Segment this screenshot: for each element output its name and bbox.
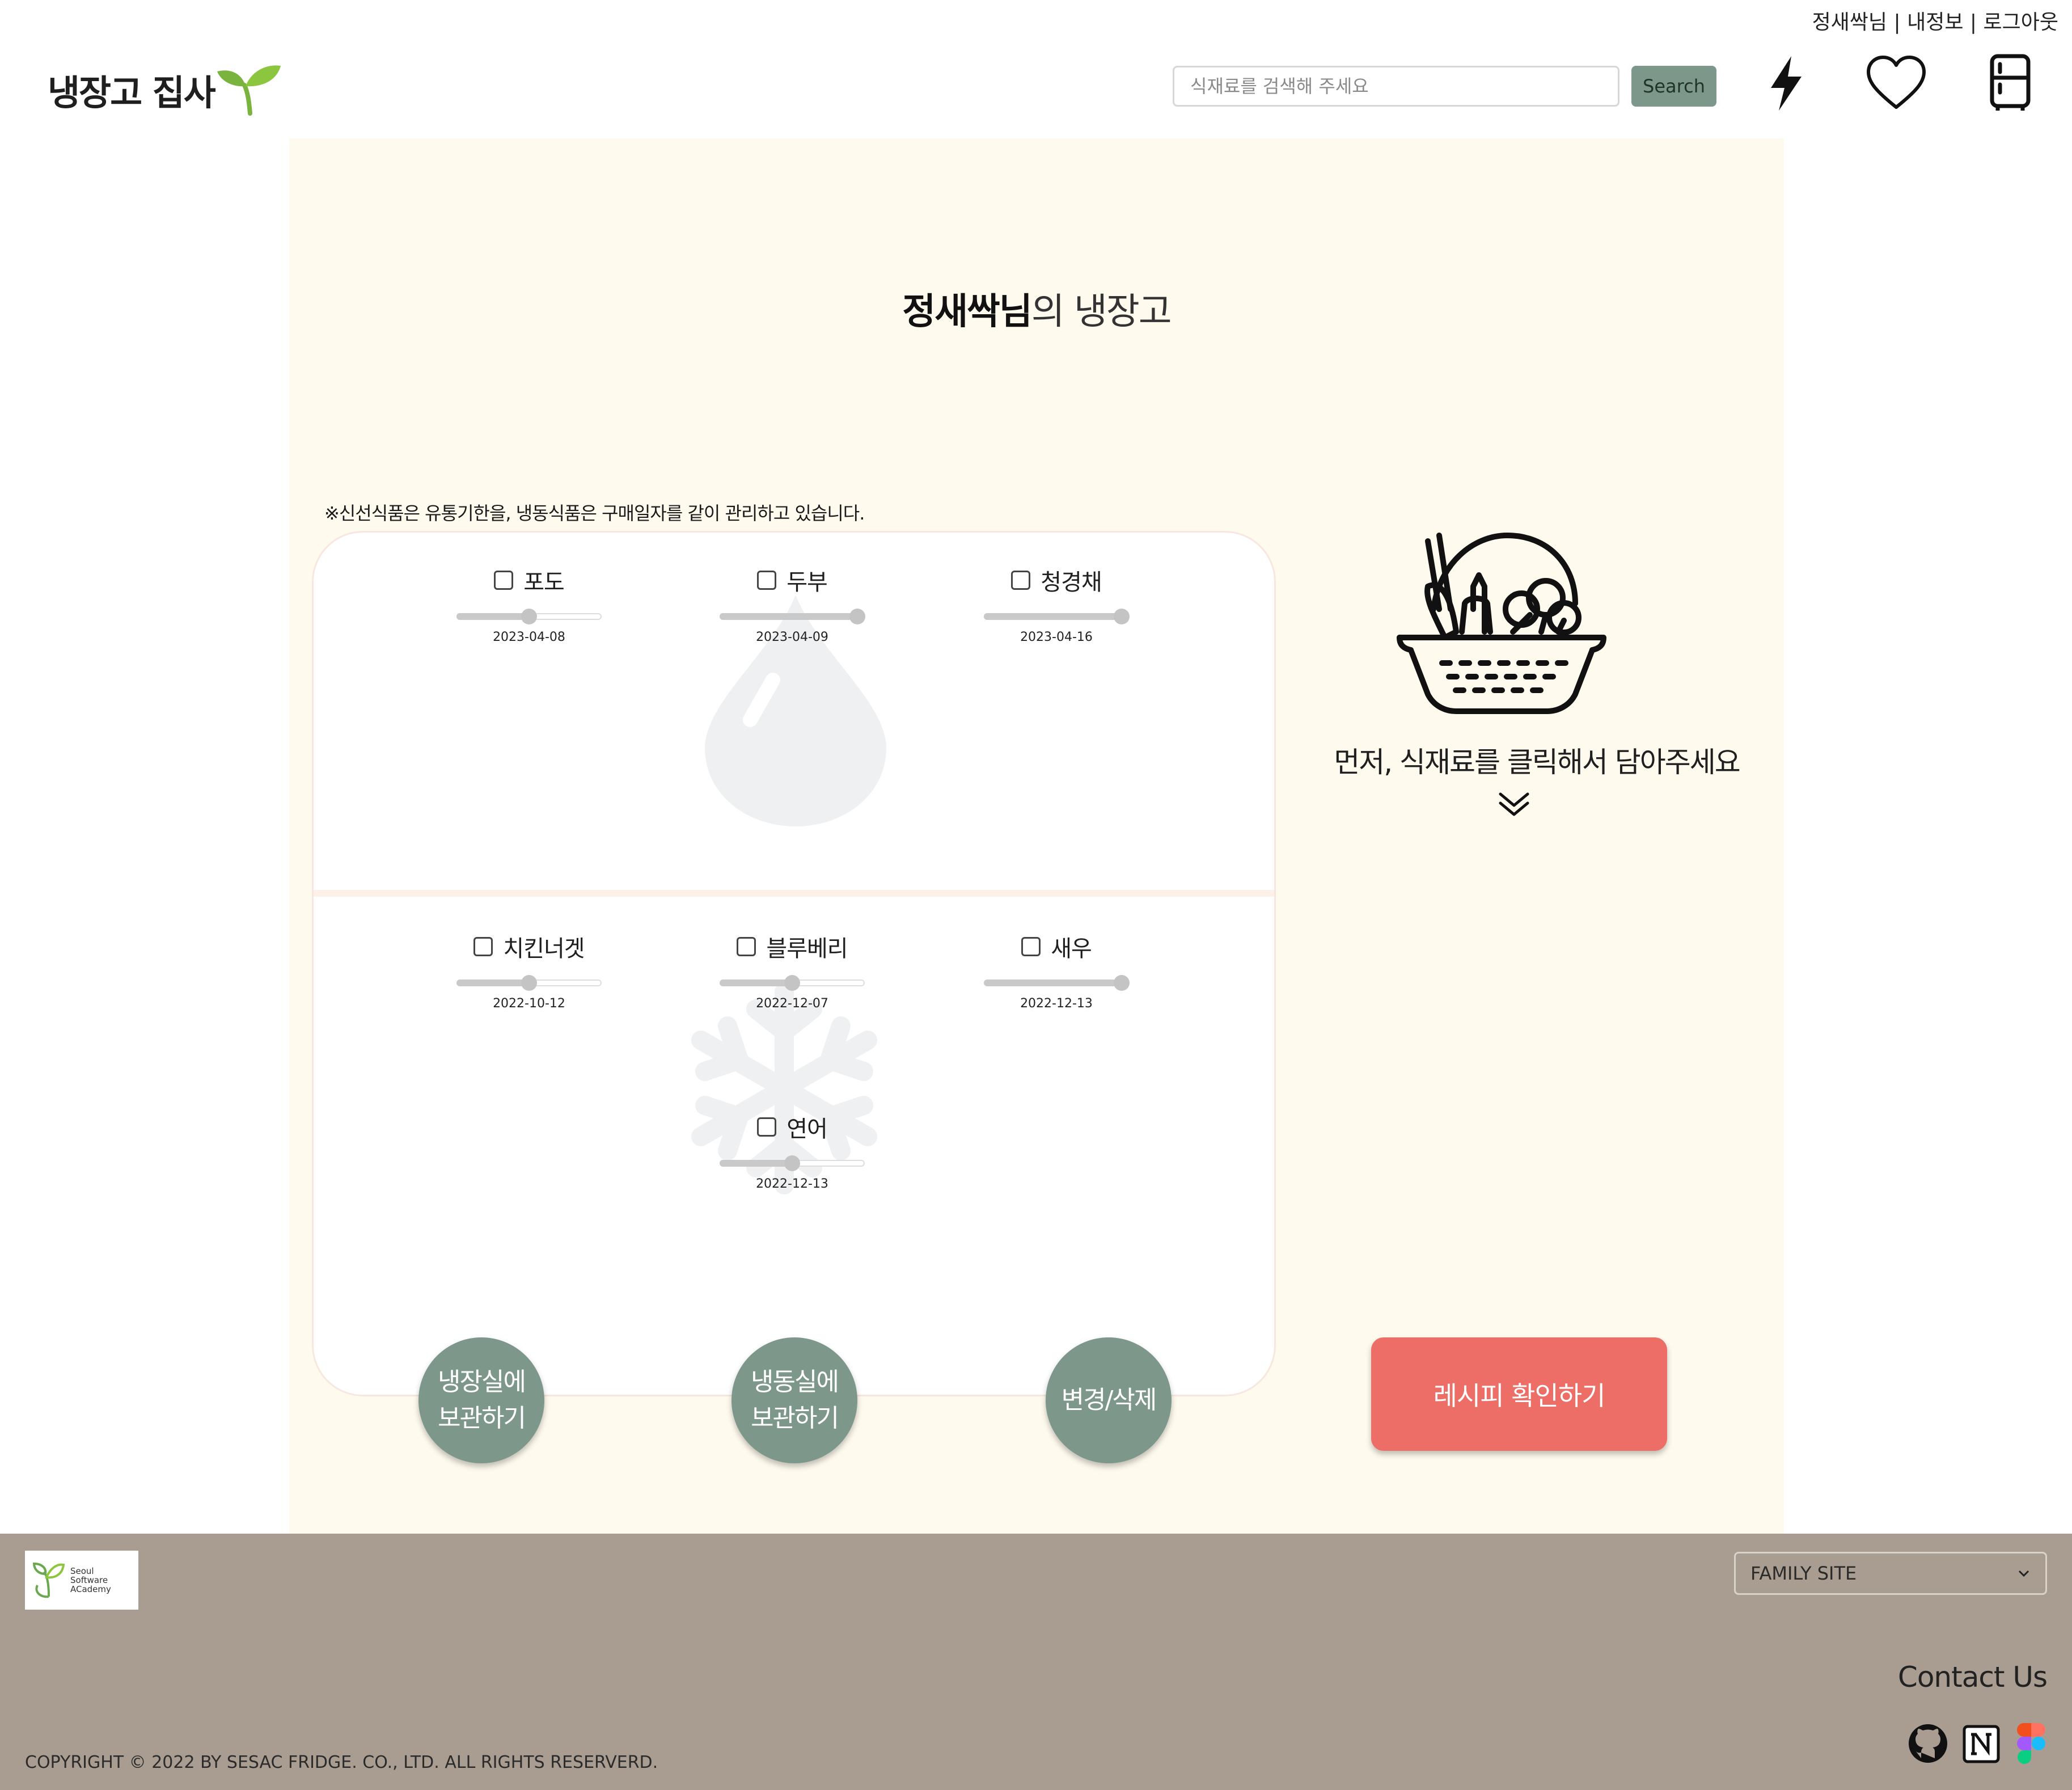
logo-text: 냉장고 집사 — [48, 72, 216, 113]
storage-box: 포도 2023-04-08 두부 2023-04-09 청경채 2023-04-… — [312, 531, 1276, 1396]
user-name-link[interactable]: 정새싹님 — [1812, 11, 1887, 34]
check-recipe-button[interactable]: 레시피 확인하기 — [1371, 1337, 1667, 1451]
favorites-button[interactable] — [1864, 52, 1928, 115]
double-chevron-down-icon — [1499, 792, 1529, 816]
item-checkbox[interactable] — [737, 937, 756, 956]
item-date: 2022-12-13 — [1020, 997, 1093, 1011]
freshness-slider[interactable] — [456, 975, 602, 991]
title-user-name: 정새싹님 — [902, 291, 1033, 333]
logout-link[interactable]: 로그아웃 — [1984, 11, 2058, 34]
freshness-slider[interactable] — [984, 975, 1130, 991]
slider-fill — [984, 613, 1122, 620]
item-date: 2023-04-08 — [493, 630, 565, 644]
item-checkbox[interactable] — [757, 571, 777, 590]
fridge-item: 두부 2023-04-09 — [707, 563, 877, 654]
basket-guide-text: 먼저, 식재료를 클릭해서 담아주세요 — [1334, 746, 1741, 779]
fridge-item: 청경채 2023-04-16 — [971, 563, 1141, 654]
freezer-item: 연어 2022-12-13 — [707, 1110, 877, 1201]
item-checkbox[interactable] — [494, 571, 514, 590]
figma-link[interactable] — [2010, 1722, 2053, 1765]
family-site-select[interactable]: FAMILY SITE — [1734, 1552, 2047, 1595]
item-name: 두부 — [786, 569, 828, 596]
slider-thumb[interactable] — [784, 1155, 800, 1171]
sesac-line: Seoul — [70, 1566, 94, 1576]
item-date: 2023-04-09 — [756, 630, 828, 644]
lightning-button[interactable] — [1764, 52, 1809, 115]
user-links: 정새싹님 | 내정보 | 로그아웃 — [1812, 6, 2058, 35]
item-date: 2022-10-12 — [493, 997, 565, 1011]
lightning-icon — [1771, 56, 1802, 111]
separator: | — [1969, 11, 1977, 34]
item-checkbox[interactable] — [1011, 571, 1031, 590]
separator: | — [1893, 11, 1901, 34]
freshness-slider[interactable] — [456, 609, 602, 624]
myinfo-link[interactable]: 내정보 — [1907, 11, 1963, 34]
freshness-slider[interactable] — [720, 975, 865, 991]
freshness-slider[interactable] — [720, 1155, 865, 1171]
store-freezer-button[interactable]: 냉동실에 보관하기 — [731, 1337, 857, 1463]
item-checkbox[interactable] — [757, 1117, 777, 1137]
slider-fill — [720, 980, 792, 986]
freezer-item: 새우 2022-12-13 — [971, 930, 1141, 1020]
sesac-logo[interactable]: Seoul Software ACademy — [25, 1551, 138, 1610]
edit-delete-button[interactable]: 변경/삭제 — [1046, 1337, 1172, 1463]
freshness-slider[interactable] — [984, 609, 1130, 624]
slider-fill — [984, 980, 1122, 986]
slider-thumb[interactable] — [1114, 609, 1130, 624]
copyright-text: COPYRIGHT © 2022 BY SESAC FRIDGE. CO., L… — [25, 1753, 658, 1772]
slider-thumb[interactable] — [521, 975, 537, 991]
freshness-slider[interactable] — [720, 609, 866, 624]
site-logo[interactable]: 냉장고 집사 — [48, 61, 283, 118]
family-site-label: FAMILY SITE — [1750, 1563, 1857, 1584]
notion-icon — [1963, 1725, 2000, 1763]
item-date: 2023-04-16 — [1020, 630, 1093, 644]
item-checkbox[interactable] — [473, 937, 493, 956]
freezer-item: 블루베리 2022-12-07 — [707, 930, 877, 1020]
github-icon — [1909, 1724, 1947, 1763]
basket-icon[interactable] — [1394, 524, 1609, 717]
chevron-down-icon — [2018, 1570, 2029, 1577]
contact-us-heading: Contact Us — [1897, 1661, 2048, 1694]
slider-fill — [720, 613, 858, 620]
heart-icon — [1867, 56, 1926, 109]
main-panel: 정새싹님의 냉장고 ※신선식품은 유통기한을, 냉동식품은 구매일자를 같이 관… — [289, 138, 1784, 1534]
search-input[interactable] — [1173, 66, 1619, 107]
fridge-icon — [1990, 54, 2031, 111]
item-name: 연어 — [786, 1116, 828, 1142]
slider-thumb[interactable] — [521, 609, 537, 624]
slider-thumb[interactable] — [784, 975, 800, 991]
figma-icon — [2017, 1723, 2045, 1764]
github-link[interactable] — [1906, 1722, 1950, 1765]
item-checkbox[interactable] — [1021, 937, 1041, 956]
item-name: 치킨너겟 — [503, 936, 585, 962]
item-name: 청경채 — [1041, 569, 1102, 596]
notion-link[interactable] — [1960, 1722, 2003, 1765]
item-name: 새우 — [1051, 936, 1092, 962]
slider-thumb[interactable] — [849, 609, 866, 624]
item-date: 2022-12-13 — [756, 1177, 828, 1191]
item-name: 포도 — [523, 569, 565, 596]
fridge-freezer-divider — [314, 890, 1274, 897]
storage-notice: ※신선식품은 유통기한을, 냉동식품은 구매일자를 같이 관리하고 있습니다. — [324, 503, 865, 524]
slider-fill — [456, 613, 529, 620]
fridge-button[interactable] — [1985, 52, 2036, 115]
slider-fill — [720, 1160, 792, 1167]
item-name: 블루베리 — [766, 936, 848, 962]
sesac-leaf-icon — [32, 1562, 65, 1598]
search-button[interactable]: Search — [1631, 66, 1716, 107]
slider-fill — [456, 980, 529, 986]
fridge-item: 포도 2023-04-08 — [444, 563, 614, 654]
store-fridge-button[interactable]: 냉장실에 보관하기 — [418, 1337, 544, 1463]
freezer-item: 치킨너겟 2022-10-12 — [444, 930, 614, 1020]
sesac-line: ACademy — [70, 1584, 111, 1594]
title-suffix: 의 냉장고 — [1031, 291, 1172, 333]
page-title: 정새싹님의 냉장고 — [289, 282, 1784, 335]
slider-thumb[interactable] — [1114, 975, 1130, 991]
sesac-text: Seoul Software ACademy — [70, 1567, 111, 1594]
sprout-icon — [217, 65, 281, 116]
footer: Seoul Software ACademy FAMILY SITE Conta… — [0, 1534, 2072, 1790]
item-date: 2022-12-07 — [756, 997, 828, 1011]
sesac-line: Software — [70, 1575, 108, 1585]
